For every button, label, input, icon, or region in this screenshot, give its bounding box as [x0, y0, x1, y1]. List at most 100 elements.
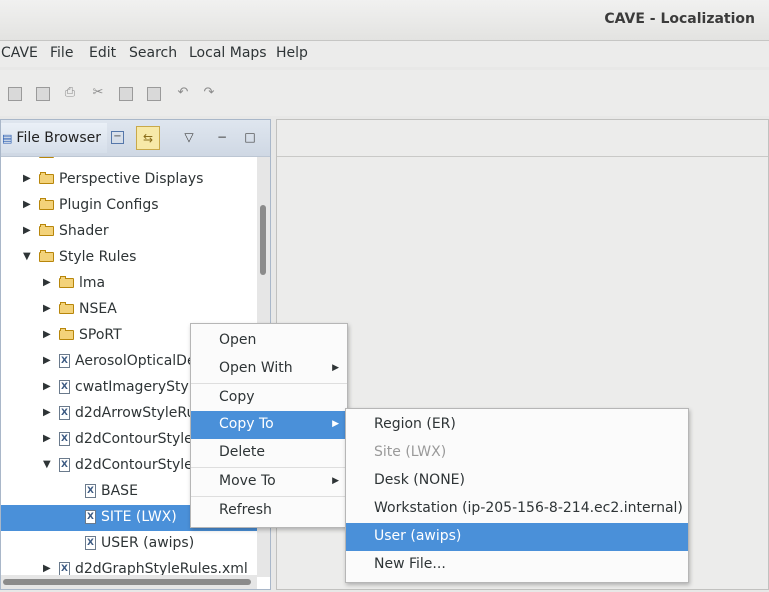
submenu-item-user[interactable]: User (awips) — [346, 523, 688, 551]
menu-item-open[interactable]: Open — [191, 327, 347, 355]
menu-item-open-with[interactable]: Open With ▶ — [191, 355, 347, 383]
menu-search[interactable]: Search — [129, 45, 177, 61]
tree-item[interactable]: ▶ Perspective Displays — [1, 167, 257, 193]
tree-item-label: d2dArrowStyleRu — [75, 405, 196, 421]
folder-icon — [59, 302, 75, 314]
tree-item-label: BASE — [101, 483, 138, 499]
submenu-arrow-icon: ▶ — [332, 419, 339, 429]
collapse-arrow-icon[interactable]: ▶ — [43, 355, 53, 367]
menu-item-move-to[interactable]: Move To ▶ — [191, 468, 347, 496]
tree-item-label: Perspective Displays — [59, 171, 204, 187]
collapse-arrow-icon[interactable]: ▶ — [43, 433, 53, 445]
collapse-all-icon[interactable]: − — [111, 131, 124, 144]
folder-icon — [59, 276, 75, 288]
toolbar: ⎙ ✂ ↶ ↷ — [0, 70, 769, 116]
menu-file[interactable]: File — [50, 45, 73, 61]
submenu-item-desk[interactable]: Desk (NONE) — [346, 467, 688, 495]
menu-local-maps[interactable]: Local Maps — [189, 45, 267, 61]
vertical-scroll-thumb[interactable] — [260, 205, 266, 275]
submenu-item-new-file[interactable]: New File... — [346, 551, 688, 579]
tree-item-label: Plugin Configs — [59, 197, 159, 213]
folder-icon — [59, 328, 75, 340]
xml-file-icon: X — [85, 510, 96, 524]
submenu-item-region[interactable]: Region (ER) — [346, 411, 688, 439]
collapse-arrow-icon[interactable]: ▶ — [23, 225, 33, 237]
tree-item-label: Style Rules — [59, 249, 137, 265]
collapse-arrow-icon[interactable]: ▶ — [43, 381, 53, 393]
paste-icon[interactable] — [147, 87, 161, 101]
menu-bar: CAVE File Edit Search Local Maps Help — [0, 41, 769, 67]
menu-item-delete[interactable]: Delete — [191, 439, 347, 467]
window-title: CAVE - Localization — [604, 11, 755, 27]
tree-item[interactable]: ▶ Shader — [1, 219, 257, 245]
tree-item-label: lma — [79, 275, 106, 291]
horizontal-scrollbar[interactable] — [1, 575, 257, 589]
tree-item-label: Menus — [59, 157, 105, 161]
menu-cave[interactable]: CAVE — [1, 45, 38, 61]
folder-icon — [39, 172, 55, 184]
collapse-arrow-icon[interactable]: ▶ — [23, 199, 33, 211]
view-menu-icon[interactable]: ▽ — [182, 130, 196, 144]
redo-icon[interactable]: ↷ — [201, 85, 217, 101]
maximize-icon[interactable]: □ — [243, 130, 257, 144]
xml-file-icon: X — [85, 536, 96, 550]
copy-to-submenu: Region (ER) Site (LWX) Desk (NONE) Works… — [345, 408, 689, 583]
horizontal-scroll-thumb[interactable] — [3, 579, 251, 585]
xml-file-icon: X — [59, 354, 70, 368]
menu-item-copy-to[interactable]: Copy To ▶ — [191, 411, 347, 439]
tree-item-label: USER (awips) — [101, 535, 195, 551]
cut-icon[interactable]: ✂ — [90, 85, 106, 101]
tree-item-label: d2dContourStyleI — [75, 431, 197, 447]
print-icon[interactable]: ⎙ — [62, 85, 78, 101]
save-icon[interactable] — [8, 87, 22, 101]
editor-header — [277, 120, 768, 157]
tree-item-label: cwatImageryStyle — [75, 379, 202, 395]
copy-icon[interactable] — [119, 87, 133, 101]
submenu-item-workstation[interactable]: Workstation (ip-205-156-8-214.ec2.intern… — [346, 495, 688, 523]
tree-item[interactable]: ▶ Plugin Configs — [1, 193, 257, 219]
tree-item[interactable]: ▶ Menus — [1, 157, 257, 167]
tree-item[interactable]: ▶ lma — [1, 271, 257, 297]
collapse-arrow-icon[interactable]: ▶ — [43, 563, 53, 575]
minimize-icon[interactable]: − — [215, 130, 229, 144]
link-with-editor-icon[interactable]: ⇆ — [136, 126, 160, 150]
collapse-arrow-icon[interactable]: ▶ — [43, 407, 53, 419]
submenu-arrow-icon: ▶ — [332, 476, 339, 486]
tree-item[interactable]: X USER (awips) — [1, 531, 257, 557]
collapse-arrow-icon[interactable]: ▶ — [43, 303, 53, 315]
xml-file-icon: X — [59, 458, 70, 472]
folder-icon — [39, 250, 55, 262]
menu-help[interactable]: Help — [276, 45, 308, 61]
save-all-icon[interactable] — [36, 87, 50, 101]
submenu-arrow-icon: ▶ — [332, 363, 339, 373]
tree-item-label: SITE (LWX) — [101, 509, 177, 525]
menu-edit[interactable]: Edit — [89, 45, 116, 61]
xml-file-icon: X — [59, 406, 70, 420]
folder-icon — [39, 157, 55, 158]
file-browser-icon: ▤ — [2, 131, 13, 145]
expand-arrow-icon[interactable]: ▼ — [43, 459, 53, 471]
menu-item-refresh[interactable]: Refresh — [191, 497, 347, 525]
xml-file-icon: X — [85, 484, 96, 498]
context-menu: Open Open With ▶ Copy Copy To ▶ Delete Mov… — [190, 323, 348, 528]
tree-item[interactable]: ▶ Xd2dGraphStyleRules.xml — [1, 557, 257, 577]
collapse-arrow-icon[interactable]: ▶ — [23, 157, 33, 159]
file-browser-tab-label: File Browser — [16, 130, 102, 146]
xml-file-icon: X — [59, 380, 70, 394]
tree-item-label: Shader — [59, 223, 109, 239]
xml-file-icon: X — [59, 562, 70, 576]
tree-item-label: AerosolOpticalDe — [75, 353, 196, 369]
file-browser-header: ▤ File Browser − ⇆ ▽ − □ — [1, 120, 270, 157]
collapse-arrow-icon[interactable]: ▶ — [43, 329, 53, 341]
folder-icon — [39, 198, 55, 210]
collapse-arrow-icon[interactable]: ▶ — [23, 173, 33, 185]
expand-arrow-icon[interactable]: ▼ — [23, 251, 33, 263]
file-browser-tab[interactable]: ▤ File Browser — [1, 123, 108, 153]
tree-item-label: NSEA — [79, 301, 117, 317]
tree-item[interactable]: ▼ Style Rules — [1, 245, 257, 271]
undo-icon[interactable]: ↶ — [175, 85, 191, 101]
tree-item[interactable]: ▶ NSEA — [1, 297, 257, 323]
collapse-arrow-icon[interactable]: ▶ — [43, 277, 53, 289]
menu-item-copy[interactable]: Copy — [191, 384, 347, 412]
title-bar: CAVE - Localization — [0, 0, 769, 41]
